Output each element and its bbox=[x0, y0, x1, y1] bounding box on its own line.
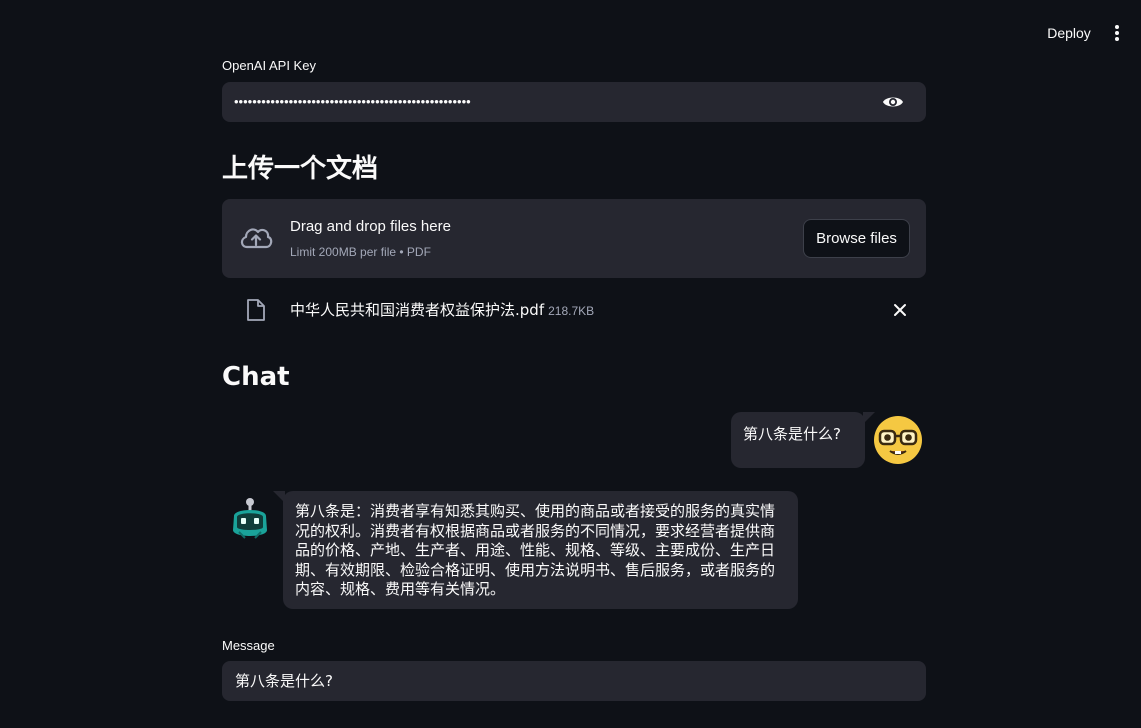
close-icon[interactable] bbox=[890, 300, 910, 320]
robot-avatar-icon bbox=[227, 496, 273, 542]
kebab-menu-icon[interactable] bbox=[1106, 22, 1128, 44]
api-key-masked-value[interactable]: ••••••••••••••••••••••••••••••••••••••••… bbox=[234, 82, 854, 122]
message-label: Message bbox=[222, 638, 275, 653]
uploaded-file-name: 中华人民共和国消费者权益保护法.pdf 218.7KB bbox=[290, 299, 594, 320]
browse-files-button[interactable]: Browse files bbox=[803, 219, 910, 258]
uploaded-file-row: 中华人民共和国消费者权益保护法.pdf 218.7KB bbox=[222, 290, 926, 330]
cloud-upload-icon bbox=[238, 223, 274, 253]
api-key-label: OpenAI API Key bbox=[222, 58, 316, 73]
file-dropzone[interactable]: Drag and drop files here Limit 200MB per… bbox=[222, 199, 926, 278]
nerd-face-avatar-icon bbox=[873, 415, 923, 465]
assistant-message-bubble: 第八条是：消费者享有知悉其购买、使用的商品或者接受的服务的真实情况的权利。消费者… bbox=[273, 491, 798, 609]
dropzone-title: Drag and drop files here bbox=[290, 218, 451, 235]
chat-heading: Chat bbox=[222, 362, 290, 392]
file-name-text: 中华人民共和国消费者权益保护法.pdf bbox=[290, 301, 545, 319]
user-message-bubble: 第八条是什么? bbox=[731, 412, 875, 468]
top-toolbar: Deploy bbox=[0, 0, 1141, 64]
message-input[interactable]: 第八条是什么? bbox=[222, 661, 926, 701]
document-icon bbox=[246, 298, 266, 322]
file-size: 218.7KB bbox=[548, 304, 595, 318]
dropzone-limit: Limit 200MB per file • PDF bbox=[290, 245, 431, 259]
api-key-field[interactable]: ••••••••••••••••••••••••••••••••••••••••… bbox=[222, 82, 926, 122]
eye-icon[interactable] bbox=[882, 92, 904, 112]
message-input-value[interactable]: 第八条是什么? bbox=[235, 661, 333, 701]
deploy-button[interactable]: Deploy bbox=[1040, 22, 1098, 44]
upload-heading: 上传一个文档 bbox=[222, 154, 379, 184]
